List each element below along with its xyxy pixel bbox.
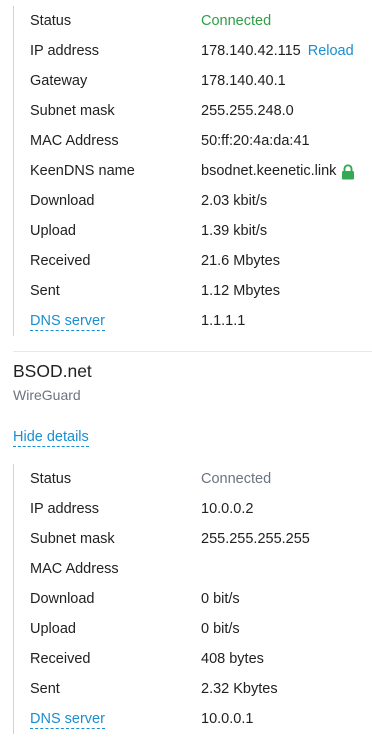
connection-title: BSOD.net [13, 361, 92, 381]
lock-icon [341, 161, 355, 180]
download-value: 2.03 kbit/s [201, 193, 268, 209]
dns-server-label-wrap: DNS server [30, 306, 105, 336]
upload-value: 0 bit/s [201, 621, 240, 637]
ip-address-label: IP address [30, 43, 100, 59]
download-value: 0 bit/s [201, 591, 240, 607]
ip-address-value: 178.140.42.115 [201, 43, 301, 59]
status-label: Status [30, 13, 72, 29]
sent-value: 2.32 Kbytes [201, 681, 278, 697]
dns-server-value: 1.1.1.1 [201, 313, 246, 329]
subnet-mask-value: 255.255.255.255 [201, 531, 310, 547]
second-connection-details: Status Connected IP address 10.0.0.2 Sub… [13, 464, 310, 734]
dns-server-link[interactable]: DNS server [30, 711, 105, 729]
received-label: Received [30, 253, 91, 269]
hide-details-link[interactable]: Hide details [13, 429, 89, 447]
upload-value: 1.39 kbit/s [201, 223, 268, 239]
download-label: Download [30, 591, 95, 607]
keendns-value-group: bsodnet.keenetic.link [201, 156, 355, 186]
connection-type: WireGuard [13, 387, 81, 403]
upload-label: Upload [30, 223, 76, 239]
mac-address-label: MAC Address [30, 133, 119, 149]
ip-address-label: IP address [30, 501, 100, 517]
mac-address-value: 50:ff:20:4a:da:41 [201, 133, 310, 149]
section-divider [13, 351, 372, 352]
status-label: Status [30, 471, 72, 487]
dns-server-label-wrap: DNS server [30, 704, 105, 734]
status-value: Connected [201, 13, 272, 29]
download-label: Download [30, 193, 95, 209]
subnet-mask-value: 255.255.248.0 [201, 103, 294, 119]
sent-label: Sent [30, 681, 60, 697]
first-connection-details: Status Connected IP address 178.140.42.1… [13, 6, 355, 336]
ip-address-value: 10.0.0.2 [201, 501, 254, 517]
received-value: 21.6 Mbytes [201, 253, 280, 269]
sent-label: Sent [30, 283, 60, 299]
dns-server-link[interactable]: DNS server [30, 313, 105, 331]
mac-address-label: MAC Address [30, 561, 119, 577]
subnet-mask-label: Subnet mask [30, 531, 115, 547]
gateway-value: 178.140.40.1 [201, 73, 286, 89]
subnet-mask-label: Subnet mask [30, 103, 115, 119]
sent-value: 1.12 Mbytes [201, 283, 280, 299]
upload-label: Upload [30, 621, 76, 637]
dns-server-value: 10.0.0.1 [201, 711, 254, 727]
keendns-label: KeenDNS name [30, 163, 135, 179]
ip-address-value-group: 178.140.42.115 Reload [201, 36, 354, 66]
received-label: Received [30, 651, 91, 667]
status-value: Connected [201, 471, 272, 487]
gateway-label: Gateway [30, 73, 88, 89]
keendns-value: bsodnet.keenetic.link [201, 163, 337, 179]
received-value: 408 bytes [201, 651, 264, 667]
reload-link[interactable]: Reload [308, 36, 354, 66]
